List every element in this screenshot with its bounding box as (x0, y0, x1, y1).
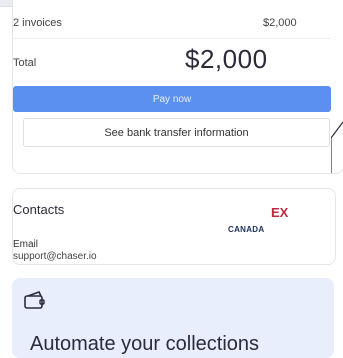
automate-card: Automate your collections (12, 278, 334, 358)
bank-transfer-button[interactable]: See bank transfer information (23, 118, 330, 147)
decorative-line-icon (331, 121, 343, 173)
contacts-card: Contacts EX CANADA Email support@chaser.… (12, 188, 336, 265)
country-label: CANADA (228, 225, 265, 234)
invoice-amount: $2,000 (263, 17, 297, 29)
total-label: Total (13, 57, 37, 69)
company-logo-icon: EX (271, 205, 289, 220)
invoice-summary-card: 2 invoices $2,000 Total $2,000 Pay now S… (12, 0, 343, 174)
email-label: Email (13, 239, 39, 250)
total-amount: $2,000 (185, 44, 268, 74)
automate-text: Automate your collections (30, 333, 260, 355)
contacts-title: Contacts (13, 202, 65, 217)
pay-now-button[interactable]: Pay now (13, 86, 331, 112)
credit-card-icon (24, 291, 45, 309)
email-value[interactable]: support@chaser.io (13, 251, 97, 262)
invoice-count: 2 invoices (13, 17, 62, 29)
divider (13, 38, 331, 39)
